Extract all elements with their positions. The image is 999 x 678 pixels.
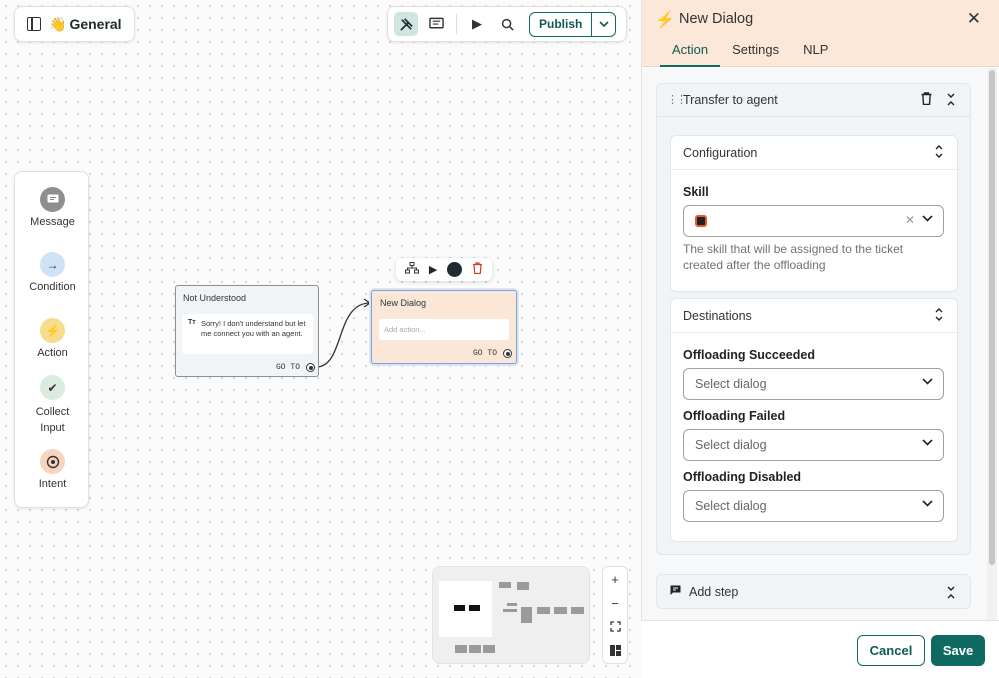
node-message-text: Sorry! I don't understand but let me con… — [201, 319, 306, 338]
trash-icon[interactable] — [472, 262, 483, 277]
play-icon[interactable]: ▶ — [429, 263, 437, 276]
node-tools-bar: ▶ — [396, 258, 492, 281]
skill-select[interactable]: ✕ — [683, 205, 944, 237]
select-placeholder: Select dialog — [695, 438, 767, 452]
save-button[interactable]: Save — [931, 635, 985, 666]
node-message[interactable]: Tт Sorry! I don't understand but let me … — [182, 314, 313, 354]
zoom-in-icon[interactable]: + — [611, 572, 619, 587]
panel-title: New Dialog — [679, 11, 754, 27]
panel-tabs: Action Settings NLP — [660, 42, 840, 67]
minimap-viewport[interactable] — [439, 581, 492, 637]
chevron-down-icon — [922, 438, 933, 449]
skill-icon — [695, 215, 707, 227]
node-new-dialog[interactable]: New Dialog Add action... GO TO — [371, 290, 517, 364]
chevron-down-icon — [922, 214, 933, 225]
skill-help-text: The skill that will be assigned to the t… — [683, 242, 904, 272]
chevron-down-icon — [922, 499, 933, 510]
expand-icon[interactable] — [946, 586, 956, 602]
node-output-port[interactable] — [503, 349, 512, 358]
node-title: Not Understood — [183, 293, 247, 303]
offloading-failed-select[interactable]: Select dialog — [683, 429, 944, 461]
record-icon[interactable] — [447, 262, 463, 277]
layout-icon[interactable] — [609, 644, 621, 659]
offloading-failed-label: Offloading Failed — [683, 409, 786, 423]
trash-icon[interactable] — [921, 92, 932, 108]
panel-scrollbar[interactable] — [987, 68, 997, 620]
destinations-title: Destinations — [683, 309, 752, 323]
step-title: Transfer to agent — [683, 93, 778, 107]
destinations-header[interactable]: Destinations — [671, 299, 957, 333]
flow-canvas[interactable]: 👋 General ▶ Publish Message → Condition … — [0, 0, 641, 678]
node-not-understood[interactable]: Not Understood Tт Sorry! I don't underst… — [175, 285, 319, 377]
select-placeholder: Select dialog — [695, 499, 767, 513]
add-step-bar[interactable]: Add step — [656, 574, 971, 609]
offloading-disabled-label: Offloading Disabled — [683, 470, 802, 484]
lightning-icon: ⚡ — [655, 12, 675, 29]
clear-icon[interactable]: ✕ — [905, 213, 915, 227]
zoom-controls: + − — [602, 566, 628, 664]
chevron-down-icon — [922, 377, 933, 388]
offloading-disabled-select[interactable]: Select dialog — [683, 490, 944, 522]
select-placeholder: Select dialog — [695, 377, 767, 391]
expand-collapse-icon[interactable] — [935, 308, 943, 324]
cancel-button[interactable]: Cancel — [857, 635, 925, 666]
offloading-succeeded-select[interactable]: Select dialog — [683, 368, 944, 400]
tab-action[interactable]: Action — [660, 42, 721, 67]
hierarchy-icon[interactable] — [404, 262, 419, 277]
node-goto-label: GO TO — [276, 363, 301, 372]
configuration-header[interactable]: Configuration — [671, 136, 957, 170]
tab-settings[interactable]: Settings — [720, 42, 791, 67]
tab-nlp[interactable]: NLP — [791, 42, 840, 67]
text-type-icon: Tт — [188, 319, 196, 326]
step-header[interactable]: ⋮⋮ Transfer to agent — [657, 84, 970, 117]
add-action-field[interactable]: Add action... — [379, 319, 509, 340]
offloading-succeeded-label: Offloading Succeeded — [683, 348, 815, 362]
panel-header: ⚡ New Dialog ✕ Action Settings NLP — [642, 0, 999, 67]
minimap[interactable] — [432, 566, 590, 664]
fit-view-icon[interactable] — [609, 620, 621, 635]
message-icon — [670, 585, 681, 599]
expand-collapse-icon[interactable] — [935, 145, 943, 161]
skill-label: Skill — [683, 185, 709, 199]
close-icon[interactable]: ✕ — [967, 9, 981, 29]
node-goto-label: GO TO — [473, 349, 498, 358]
add-step-label: Add step — [689, 585, 739, 599]
zoom-out-icon[interactable]: − — [611, 596, 619, 611]
scrollbar-thumb[interactable] — [989, 70, 995, 565]
configuration-title: Configuration — [683, 146, 758, 160]
node-output-port[interactable] — [306, 363, 315, 372]
collapse-icon[interactable] — [946, 93, 956, 109]
node-title: New Dialog — [380, 298, 427, 308]
panel-footer: Cancel Save — [641, 620, 999, 678]
